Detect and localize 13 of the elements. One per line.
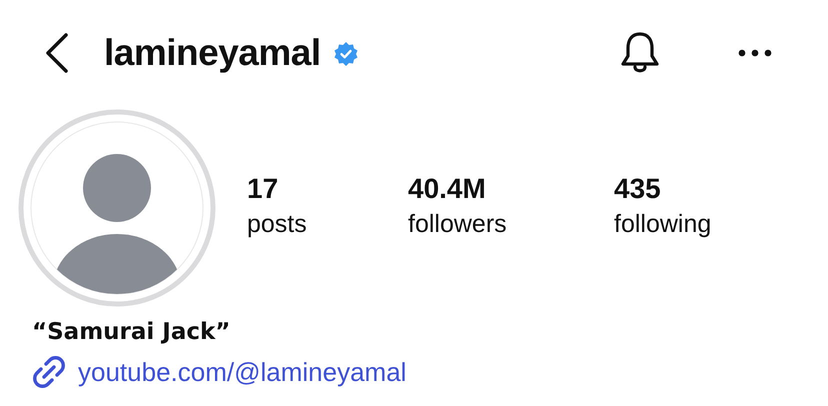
- stat-label: followers: [408, 209, 508, 240]
- website-link[interactable]: youtube.com/@lamineyamal: [78, 354, 406, 390]
- more-icon[interactable]: [738, 49, 772, 57]
- stat-count: 40.4M: [408, 172, 487, 206]
- username: lamineyamal: [104, 32, 321, 74]
- stat-label: posts: [247, 209, 308, 240]
- link-icon: [32, 355, 66, 389]
- stat-count: 435: [614, 172, 662, 206]
- display-name: “Samurai Jack”: [31, 318, 232, 347]
- stat-count: 17: [247, 172, 280, 206]
- stat-label: following: [614, 209, 712, 240]
- bell-icon[interactable]: [620, 31, 660, 75]
- avatar-icon[interactable]: [17, 108, 217, 308]
